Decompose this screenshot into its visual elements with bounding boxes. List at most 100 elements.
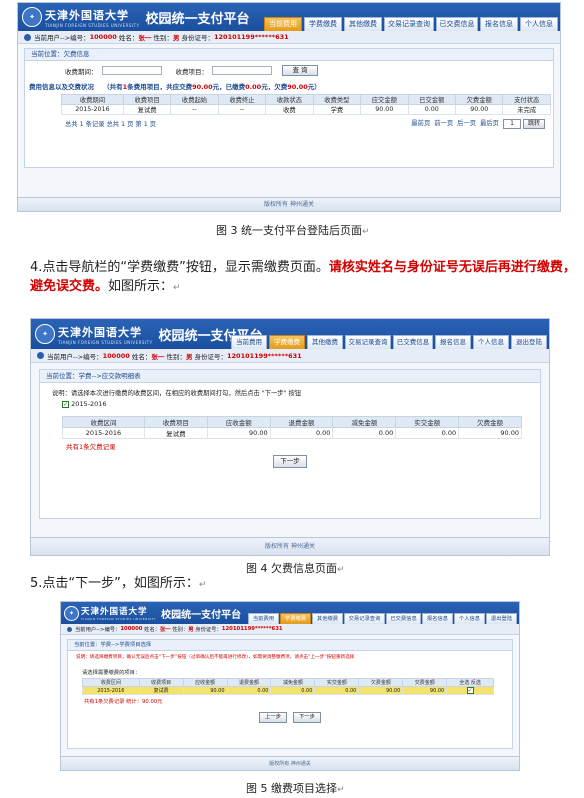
- tab-current-fees[interactable]: 当前费用: [248, 613, 279, 624]
- col-header: 收费项目: [138, 678, 184, 687]
- gender-label: 性别：: [166, 352, 186, 361]
- user-icon: [24, 33, 31, 41]
- cell: 复试费: [143, 427, 208, 439]
- tab-transactions[interactable]: 交易记录查询: [344, 613, 385, 624]
- site-footer: 版权所有 神州通关: [18, 197, 560, 211]
- item-checkbox[interactable]: ✓: [466, 687, 474, 694]
- query-button[interactable]: 查 询: [282, 65, 318, 76]
- cell: 未完成: [502, 104, 551, 115]
- figure-caption: 图 3 统一支付平台登陆后页面↵: [216, 222, 370, 238]
- query-row: 收费期间： 收费项目： 查 询: [25, 65, 553, 76]
- next-button[interactable]: 下一步: [292, 712, 321, 723]
- col-header: 欠费金额: [454, 94, 504, 105]
- table-row: 2015-2016 复试费 -- -- 收费 学费 90.00 0.00 90.…: [61, 104, 551, 115]
- summary-due: 90.00: [192, 83, 213, 91]
- tab-logout[interactable]: 退出登陆: [511, 335, 547, 349]
- pager-last-link[interactable]: 最后页: [480, 120, 499, 127]
- site-footer: 版权所有 神州通关: [61, 756, 519, 770]
- user-bar: 当前用户-->编号： 100000 姓名： 张一 性别：男 身份证号： 1201011…: [31, 349, 549, 363]
- fees-table: 收费期间 收费项目 收费起始 收费终止 收款状态 收费类型 应交金额 已交金额 …: [61, 94, 551, 115]
- pager-prev-link[interactable]: 前一页: [434, 120, 453, 127]
- tab-logout[interactable]: 退出登陆: [486, 613, 517, 624]
- breadcrumb: 当前位置：欠费信息: [25, 49, 553, 61]
- user-name: 张一: [151, 352, 165, 361]
- idcard-label: 身份证号：: [194, 352, 228, 361]
- col-header: 收费期间: [61, 94, 124, 105]
- col-header: 支付状态: [502, 94, 551, 105]
- tab-other-fees[interactable]: 其他缴费: [312, 613, 343, 624]
- tab-current-fees[interactable]: 当前费用: [264, 17, 302, 31]
- arrears-table: 收费区间 收费项目 应收金额 退费金额 减免金额 实交金额 欠费金额 2015-…: [62, 416, 522, 439]
- main-nav: 当前费用 学费缴费 其他缴费 交易记录查询 已交费信息 报名信息 个人信息 退出…: [248, 613, 517, 624]
- user-icon: [67, 626, 72, 632]
- cell: 0.00: [407, 104, 457, 115]
- university-name: 天津外国语大学: [45, 8, 129, 22]
- item-label: 收费项目：: [175, 67, 209, 76]
- name-label: 姓名：: [118, 34, 139, 42]
- name-label: 姓名：: [131, 352, 152, 361]
- cell: 2015-2016: [61, 104, 124, 115]
- pager-first-link[interactable]: 最前页: [411, 120, 430, 127]
- tab-transactions[interactable]: 交易记录查询: [345, 335, 391, 349]
- items-table: 收费区间 收费项目 应收金额 退费金额 减免金额 实交金额 欠费金额 交费金额 …: [82, 678, 494, 695]
- user-icon: [37, 352, 44, 359]
- tab-current-fees[interactable]: 当前费用: [231, 335, 267, 349]
- tab-paid-info[interactable]: 已交费信息: [436, 17, 478, 31]
- tab-profile[interactable]: 个人信息: [454, 613, 485, 624]
- summary-text: 元，欠费: [261, 83, 288, 91]
- tab-profile[interactable]: 个人信息: [473, 335, 509, 349]
- instruction-note: 说明：请选择缴费项目，确认无误后点击“下一步”按钮（过单确认后不能再进行修改），…: [76, 655, 355, 660]
- instruction-note: 说明：请选择本次进行缴费的收费区间，在相应的收费期间打勾，然后点击 "下一步" …: [52, 390, 302, 397]
- cell: 90.00: [182, 686, 228, 695]
- col-header: 全选 反选: [446, 678, 494, 687]
- gender-label: 性别：: [153, 34, 173, 42]
- user-label: 当前用户-->编号：: [75, 627, 121, 633]
- tab-tuition[interactable]: 学费缴费: [280, 613, 311, 624]
- period-checkbox[interactable]: ✓: [62, 401, 69, 408]
- university-name-en: TIANJIN FOREIGN STUDIES UNIVERSITY: [81, 617, 157, 621]
- platform-title: 校园统一支付平台: [161, 609, 242, 621]
- cell: 学费: [312, 104, 362, 115]
- prev-button[interactable]: 上一步: [259, 712, 288, 723]
- user-idcard: 120101199******631: [214, 33, 289, 41]
- tab-transactions[interactable]: 交易记录查询: [384, 17, 434, 31]
- fee-summary: 费用信息以及交费状况 （共有1条费用项目，共应交费90.00元，已缴费0.00元…: [25, 81, 553, 91]
- tab-profile[interactable]: 个人信息: [520, 17, 558, 31]
- tab-registration[interactable]: 报名信息: [422, 613, 453, 624]
- tab-tuition[interactable]: 学费缴费: [269, 335, 305, 349]
- step-paragraph: 5.点击“下一步”，如图所示：↵: [30, 574, 578, 595]
- cell: 90.00: [454, 104, 504, 115]
- period-input[interactable]: [101, 66, 162, 75]
- col-header: 退费金额: [269, 416, 334, 428]
- user-label: 当前用户-->编号：: [34, 34, 90, 42]
- summary-text: （共有: [103, 83, 123, 91]
- tab-paid-info[interactable]: 已交费信息: [393, 335, 433, 349]
- idcard-label: 身份证号：: [181, 34, 215, 42]
- user-bar: 当前用户-->编号： 100000 姓名： 张一 性别：男 身份证号： 1201011…: [61, 624, 519, 635]
- item-input[interactable]: [212, 66, 272, 75]
- tab-other-fees[interactable]: 其他缴费: [307, 335, 343, 349]
- tab-paid-info[interactable]: 已交费信息: [386, 613, 421, 624]
- cell: 收费: [265, 104, 314, 115]
- tab-registration[interactable]: 报名信息: [435, 335, 471, 349]
- tab-registration[interactable]: 报名信息: [480, 17, 518, 31]
- col-header: 收费类型: [312, 94, 362, 105]
- col-header: 减免金额: [332, 416, 397, 428]
- tab-tuition[interactable]: 学费缴费: [304, 17, 342, 31]
- main-nav: 当前费用 学费缴费 其他缴费 交易记录查询 已交费信息 报名信息 个人信息: [264, 17, 558, 31]
- return-mark-icon: ↵: [173, 283, 181, 293]
- period-option[interactable]: ✓ 2015-2016: [40, 397, 540, 408]
- pager: 总共 1 条记录 总共 1 页 第 1 页 最前页 前一页 后一页 最后页 1 …: [65, 118, 545, 129]
- user-gender: 男: [185, 352, 193, 361]
- figure-caption: 图 5 缴费项目选择↵: [246, 780, 345, 796]
- tab-other-fees[interactable]: 其他缴费: [344, 17, 382, 31]
- pager-next-link[interactable]: 后一页: [457, 120, 476, 127]
- arrears-count: 共有1条欠费记录 统计：90.00元: [84, 699, 163, 705]
- user-name: 张一: [160, 627, 171, 633]
- next-button[interactable]: 下一步: [273, 455, 307, 468]
- page-input[interactable]: 1: [502, 119, 521, 129]
- jump-button[interactable]: 跳转: [523, 119, 545, 129]
- return-mark-icon: ↵: [362, 227, 370, 237]
- user-gender: 男: [172, 34, 180, 42]
- arrears-count: 共有1条欠费记录: [66, 443, 116, 451]
